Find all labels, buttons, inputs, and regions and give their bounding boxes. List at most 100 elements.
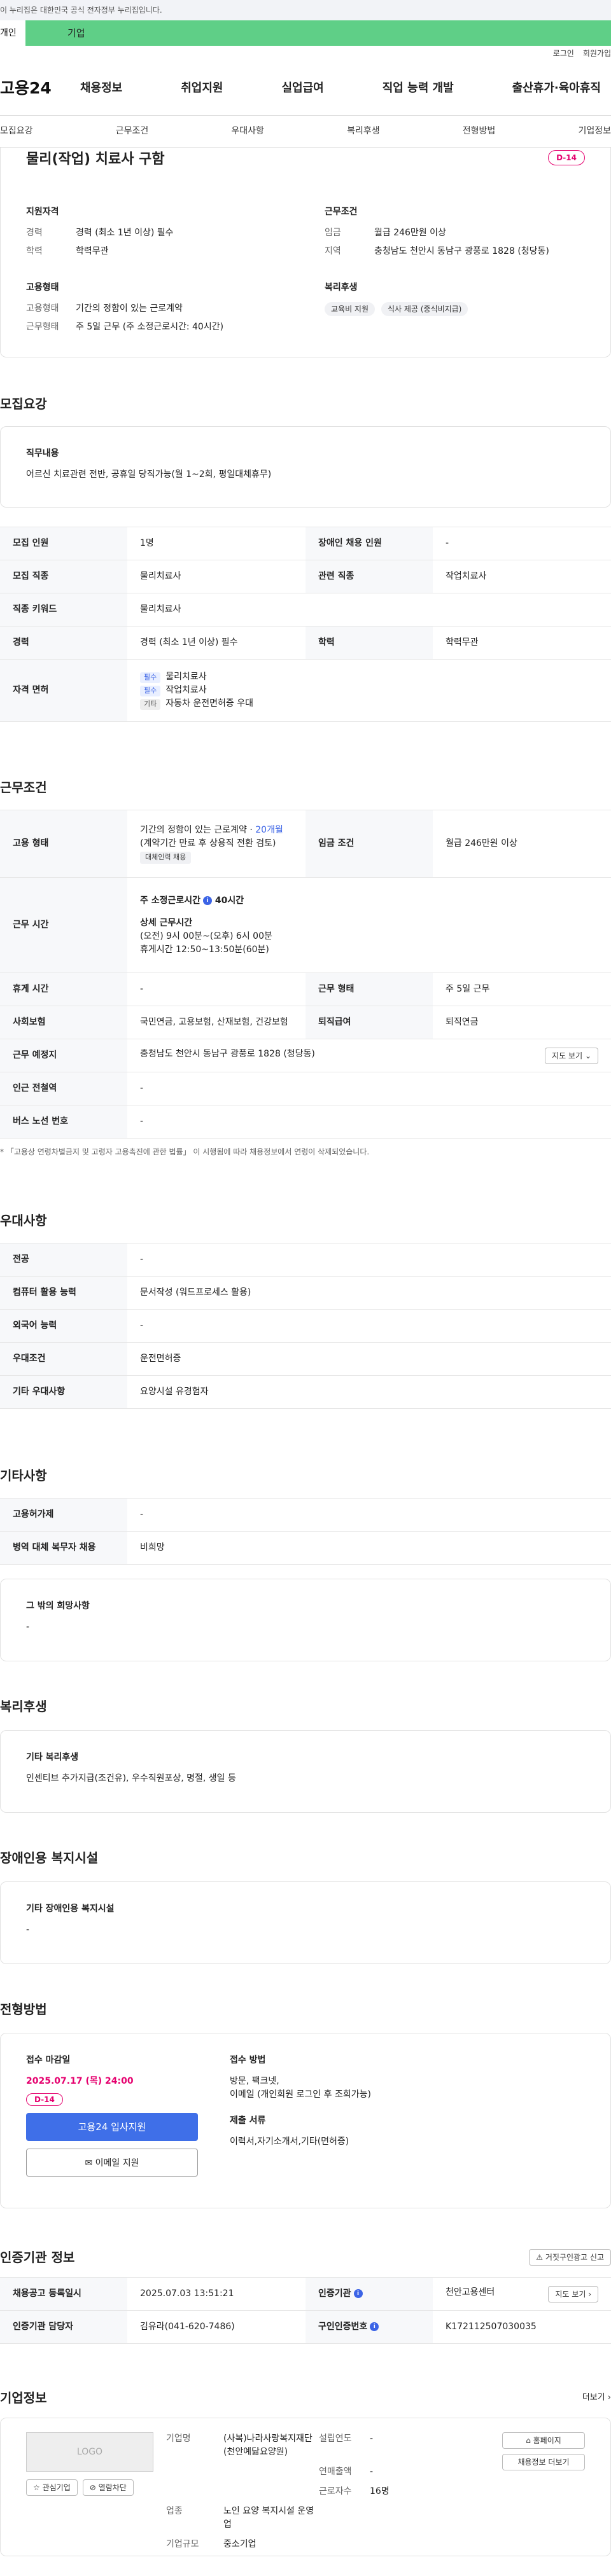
work-emp_v1b: 20개월 bbox=[255, 825, 283, 835]
company-v_name: (사복)나라사랑복지재단(천안예닮요양원) bbox=[223, 2434, 313, 2457]
etc-table: 고용허가제 - 병역 대체 복무자 채용 비희망 bbox=[0, 1498, 611, 1565]
company-more: 더보기 bbox=[582, 2393, 605, 2403]
selection-method_2: 이메일 (개인회원 로그인 후 조회가능) bbox=[230, 2089, 371, 2100]
summary-cond_h: 근무조건 bbox=[325, 207, 358, 217]
anchor-pref[interactable]: 우대사항 bbox=[231, 125, 264, 138]
company-more-link[interactable]: 더보기 › bbox=[582, 2392, 611, 2404]
join-link[interactable]: 회원가입 bbox=[583, 48, 611, 59]
cert-map-button[interactable]: 지도 보기 › bbox=[548, 2285, 598, 2302]
cert-r2v2: K172112507030035 bbox=[433, 2310, 611, 2344]
work-subway_v: - bbox=[127, 1072, 611, 1105]
recruit-rows-1-v2: 작업치료사 bbox=[433, 560, 611, 593]
selection-method_1: 방문, 팩크넷, bbox=[230, 2076, 279, 2086]
work-rows-1-v1: 국민연금, 고용보험, 산재보험, 건강보험 bbox=[127, 1006, 306, 1039]
company-jobs-button[interactable]: 채용정보 더보기 bbox=[502, 2454, 585, 2470]
work-time_detail_h: 상세 근무시간 bbox=[140, 917, 193, 928]
anchor-work[interactable]: 근무조건 bbox=[116, 125, 149, 138]
anchor-recruit[interactable]: 모집요강 bbox=[0, 125, 33, 138]
company-logo: LOGO bbox=[26, 2432, 153, 2472]
company-k_sales: 연매출액 bbox=[319, 2467, 352, 2477]
cert-map_btn: 지도 보기 bbox=[555, 2289, 586, 2299]
recruit-rows-0-k1: 모집 인원 bbox=[0, 527, 127, 560]
gov-banner: 이 누리집은 대한민국 공식 전자정부 누리집입니다. bbox=[0, 0, 611, 20]
pref-rows-1-k: 컴퓨터 활용 능력 bbox=[0, 1276, 127, 1310]
gnb-item-employment-support[interactable]: 취업지원 bbox=[171, 80, 233, 97]
summary-welfare_h: 복리후생 bbox=[325, 282, 358, 293]
pref-table: 전공 - 컴퓨터 활용 능력 문서작성 (워드프로세스 활용) 외국어 능력 - 우대… bbox=[0, 1243, 611, 1409]
homepage-button[interactable]: ⌂ 홈페이지 bbox=[502, 2432, 585, 2449]
etc-rows-1-k: 병역 대체 복무자 채용 bbox=[0, 1531, 127, 1565]
site-logo[interactable]: 고용24 bbox=[0, 76, 70, 100]
work-time_d2: 휴게시간 12:50~13:50분(60분) bbox=[140, 944, 269, 955]
selection-deadline_h: 접수 마감일 bbox=[26, 2055, 71, 2065]
work-wage_k: 임금 조건 bbox=[306, 810, 433, 878]
tab-personal[interactable]: 개인 bbox=[0, 20, 25, 46]
anchor-company[interactable]: 기업정보 bbox=[578, 125, 611, 138]
selection-box: 접수 마감일 2025.07.17 (목) 24:00 D-14 고용24 입사… bbox=[0, 2033, 611, 2208]
deadline-date: 2025.07.17 (목) 24:00 bbox=[26, 2076, 134, 2086]
recruit-rows-3-k1: 경력 bbox=[0, 626, 127, 660]
apply-button[interactable]: 고용24 입사지원 bbox=[26, 2113, 198, 2141]
summary-cond-0-k: 임금 bbox=[325, 228, 341, 238]
gov-banner-text: 이 누리집은 대한민국 공식 전자정부 누리집입니다. bbox=[0, 6, 162, 15]
summary-qualification: 지원자격 경력 경력 (최소 1년 이상) 필수 학력 학력무관 bbox=[26, 205, 286, 263]
recruit-rows-3-v2: 학력무관 bbox=[433, 626, 611, 660]
gnb-item-unemployment[interactable]: 실업급여 bbox=[272, 80, 334, 97]
work-rows-1-k1: 사회보험 bbox=[0, 1006, 127, 1039]
gnb-item-training[interactable]: 직업 능력 개발 bbox=[372, 80, 464, 97]
work-heading: 근무조건 bbox=[0, 780, 47, 795]
work-emp_tag: 대체인력 채용 bbox=[140, 852, 192, 864]
company-k_year: 설립연도 bbox=[319, 2434, 352, 2444]
summary-emp-1-v: 주 5일 근무 (주 소정근로시간: 40시간) bbox=[76, 322, 224, 332]
report-button[interactable]: ⚠ 거짓구인광고 신고 bbox=[529, 2249, 611, 2266]
summary-cond-1-k: 지역 bbox=[325, 246, 341, 256]
block-company-button[interactable]: ⊘ 열람차단 bbox=[82, 2479, 134, 2496]
anchor-nav: 모집요강 근무조건 우대사항 복리후생 전형방법 기업정보 bbox=[0, 116, 611, 148]
recruit-licenses-0-name: 물리치료사 bbox=[165, 672, 207, 682]
email-apply-button[interactable]: ✉ 이메일 지원 bbox=[26, 2149, 198, 2177]
work-emp_v2: (계약기간 만료 후 상용직 전환 검토) bbox=[140, 838, 276, 848]
selection-docs: 이력서,자기소개서,기타(면허증) bbox=[230, 2136, 349, 2147]
summary-emp-0-v: 기간의 정함이 있는 근로계약 bbox=[76, 303, 183, 314]
favorite-company-button[interactable]: ☆ 관심기업 bbox=[26, 2479, 78, 2496]
cert-report_btn: 거짓구인광고 신고 bbox=[545, 2253, 604, 2262]
company-v_emp: 16명 bbox=[370, 2486, 390, 2496]
recruit-rows-2-k1: 직종 키워드 bbox=[0, 593, 127, 627]
login-link[interactable]: 로그인 bbox=[553, 48, 574, 59]
summary-condition: 근무조건 임금 월급 246만원 이상 지역 충청남도 천안시 동남구 광풍로 18… bbox=[325, 205, 585, 263]
work-table: 고용 형태 기간의 정함이 있는 근로계약 · 20개월 (계약기간 만료 후 … bbox=[0, 810, 611, 1139]
disab-heading: 장애인용 복지시설 bbox=[0, 1850, 99, 1866]
welfare-chip: 교육비 지원 bbox=[325, 302, 376, 316]
util-nav: 로그인 회원가입 bbox=[0, 46, 611, 61]
duty-box: 직무내용 어르신 치료관련 전반, 공휴일 당직가능(월 1~2회, 평일대체휴… bbox=[0, 426, 611, 508]
summary-employment: 고용형태 고용형태 기간의 정함이 있는 근로계약 근무형태 주 5일 근무 (주 … bbox=[26, 281, 286, 339]
dday-badge: D-14 bbox=[548, 150, 585, 165]
benefit-box_v: 인센티브 추가지급(조건유), 우수직원포상, 명절, 생일 등 bbox=[26, 1773, 236, 1783]
pref-rows-2-v: - bbox=[127, 1309, 611, 1343]
company-fav_btn: 관심기업 bbox=[42, 2483, 71, 2492]
anchor-benefit[interactable]: 복리후생 bbox=[347, 125, 380, 138]
info-icon: i bbox=[370, 2322, 379, 2331]
info-icon: i bbox=[353, 2289, 363, 2298]
recruit-rows-1-k2: 관련 직종 bbox=[306, 560, 433, 593]
gnb-menu: 채용정보 취업지원 실업급여 직업 능력 개발 출산휴가·육아휴직 bbox=[70, 80, 611, 97]
tab-company[interactable]: 기업 bbox=[25, 20, 611, 46]
gnb-item-leave[interactable]: 출산휴가·육아휴직 bbox=[502, 80, 611, 97]
recruit-rows-1-v1: 물리치료사 bbox=[127, 560, 306, 593]
company-v_size: 중소기업 bbox=[223, 2539, 256, 2549]
recruit-duty_h: 직무내용 bbox=[26, 448, 59, 459]
etc-heading: 기타사항 bbox=[0, 1468, 47, 1483]
recruit-rows-2-v1: 물리치료사 bbox=[127, 593, 611, 627]
welfare-chip: 식사 제공 (중식비지급) bbox=[381, 302, 468, 316]
block-icon: ⊘ bbox=[89, 2483, 96, 2492]
work-rows-1-v2: 퇴직연금 bbox=[433, 1006, 611, 1039]
pref-heading: 우대사항 bbox=[0, 1213, 47, 1228]
company-heading: 기업정보 bbox=[0, 2390, 47, 2406]
gnb-item-jobs[interactable]: 채용정보 bbox=[70, 80, 132, 97]
anchor-selection[interactable]: 전형방법 bbox=[463, 125, 496, 138]
summary-qual-1-v: 학력무관 bbox=[76, 246, 109, 256]
company-home_btn: 홈페이지 bbox=[533, 2436, 561, 2445]
summary-qual-0-k: 경력 bbox=[26, 228, 43, 238]
work-time_d1: (오전) 9시 00분~(오후) 6시 00분 bbox=[140, 931, 272, 941]
map-button[interactable]: 지도 보기 ⌄ bbox=[545, 1047, 598, 1064]
